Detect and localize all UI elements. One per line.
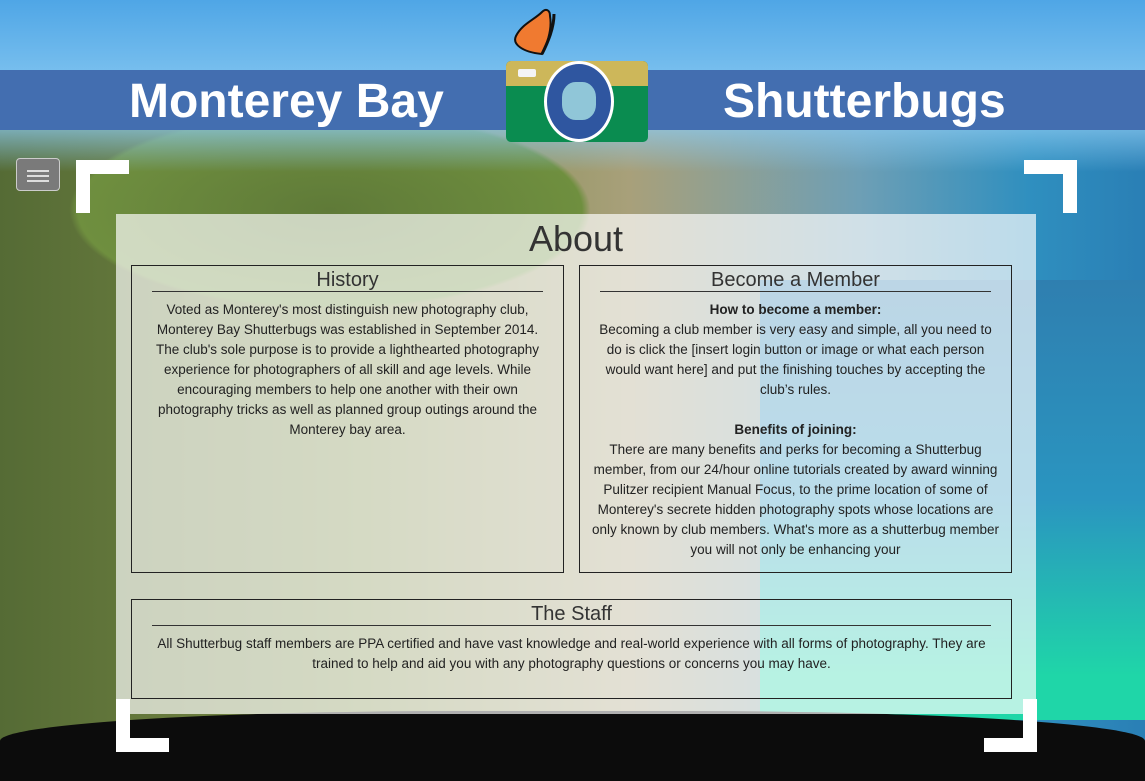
member-subheading-how: How to become a member: <box>709 302 882 317</box>
header-title-left: Monterey Bay <box>129 75 444 128</box>
header-title-right: Shutterbugs <box>723 75 1006 128</box>
history-heading: History <box>152 270 543 292</box>
page-title: About <box>528 218 624 259</box>
history-section: History Voted as Monterey's most disting… <box>131 265 564 573</box>
member-subheading-benefits: Benefits of joining: <box>734 422 857 437</box>
member-section[interactable]: Become a Member How to become a member: B… <box>579 265 1012 573</box>
frame-corner-icon <box>76 160 129 213</box>
staff-heading: The Staff <box>152 604 991 626</box>
hamburger-icon <box>27 170 49 172</box>
history-text: Voted as Monterey's most distinguish new… <box>155 302 540 437</box>
butterfly-icon <box>514 8 556 56</box>
menu-button[interactable] <box>16 158 60 191</box>
member-how-text: Becoming a club member is very easy and … <box>599 322 992 397</box>
camera-logo[interactable] <box>506 61 648 142</box>
frame-corner-icon <box>1024 160 1077 213</box>
staff-text: All Shutterbug staff members are PPA cer… <box>157 636 986 671</box>
member-heading: Become a Member <box>600 270 991 292</box>
background-silhouette <box>0 711 1145 781</box>
about-panel: About History Voted as Monterey's most d… <box>116 214 1036 714</box>
member-benefits-text: There are many benefits and perks for be… <box>592 442 999 557</box>
staff-section: The Staff All Shutterbug staff members a… <box>131 599 1012 699</box>
